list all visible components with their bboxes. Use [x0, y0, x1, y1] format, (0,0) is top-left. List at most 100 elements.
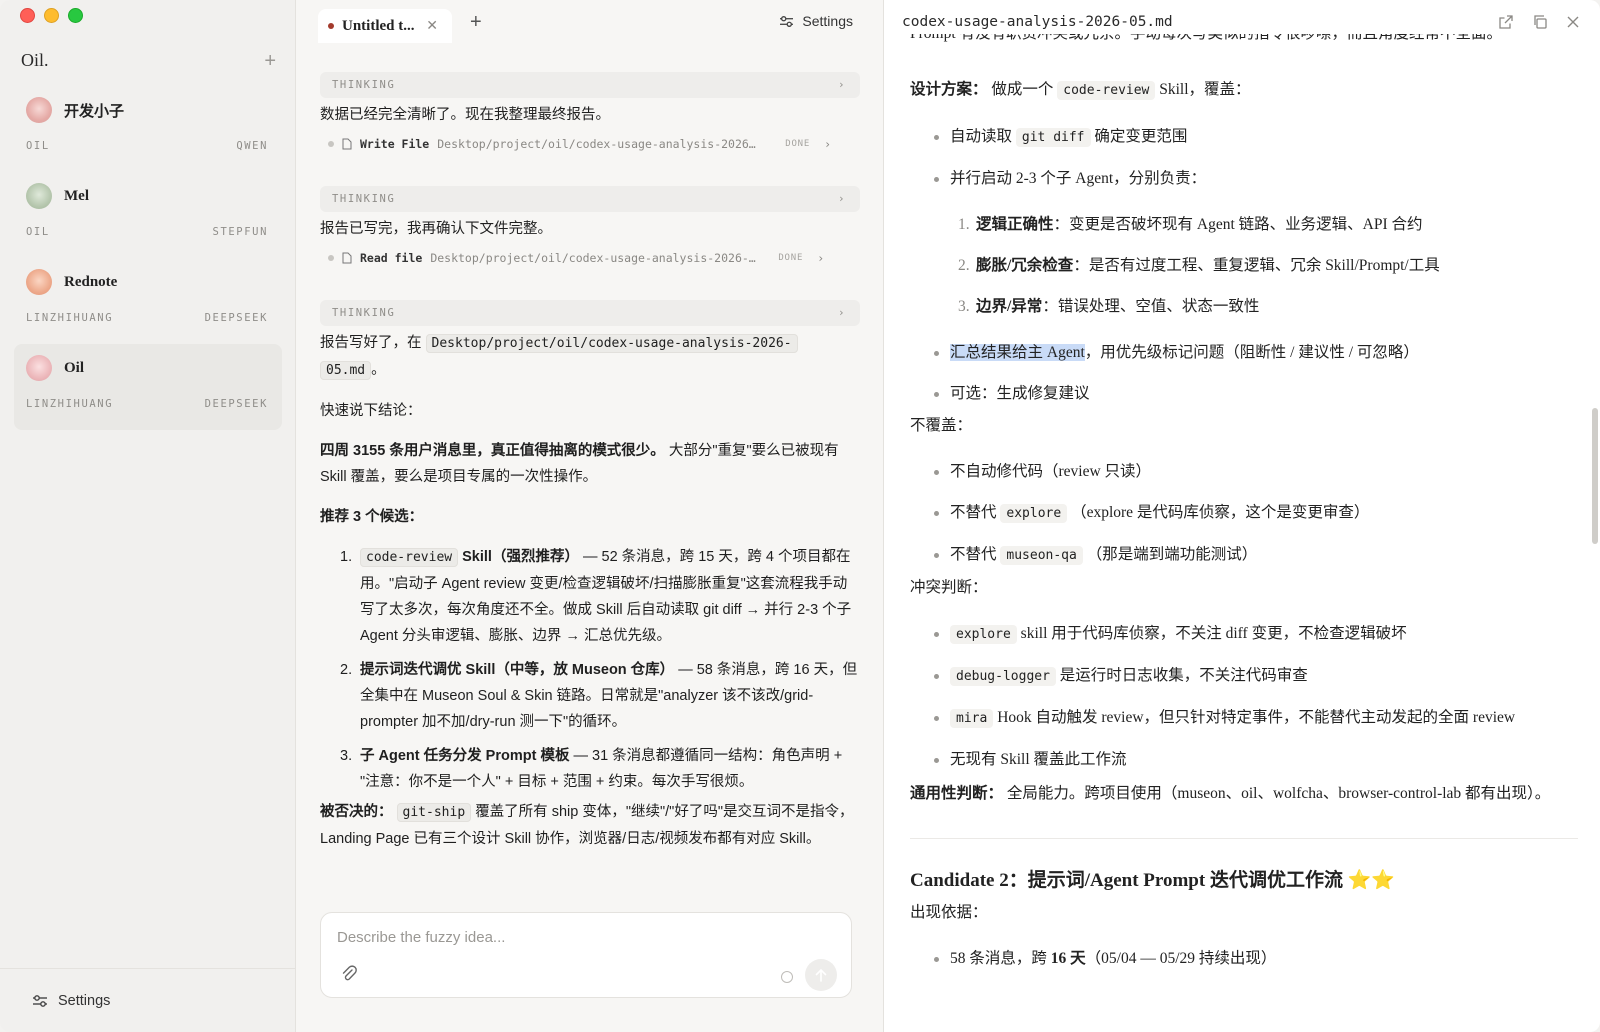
- zoom-window-button[interactable]: [68, 8, 83, 23]
- paragraph: 设计方案： 做成一个 code-review Skill，覆盖：: [910, 81, 1251, 100]
- message-composer[interactable]: Describe the fuzzy idea...: [320, 912, 852, 998]
- tool-path: Desktop/project/oil/codex-usage-analysis…: [430, 251, 756, 265]
- assistant-message: 报告写好了，在 Desktop/project/oil/codex-usage-…: [320, 330, 860, 384]
- horizontal-rule: [910, 838, 1578, 839]
- agent-item-active[interactable]: Oil LINZHIHUANG DEEPSEEK: [14, 344, 282, 430]
- agent-name: Rednote: [64, 273, 118, 290]
- chat-pane: Untitled t... ✕ + Settings THINKING › 数据…: [296, 0, 884, 1032]
- list-item: 2. 膨胀/冗余检查：是否有过度工程、重复逻辑、冗余 Skill/Prompt/工…: [958, 257, 1440, 274]
- agent-list: 开发小子 OIL QWEN Mel OIL STEPFUN Rednote LI…: [14, 86, 282, 430]
- agent-name: Mel: [64, 187, 89, 204]
- tab-untitled[interactable]: Untitled t... ✕: [318, 9, 452, 43]
- agent-model: DEEPSEEK: [204, 312, 268, 324]
- assistant-message: 推荐 3 个候选：: [320, 509, 424, 525]
- list-item: 汇总结果给主 Agent，用优先级标记问题（阻断性 / 建议性 / 可忽略）: [910, 341, 1578, 365]
- app-window: Oil. + 开发小子 OIL QWEN Mel OIL STEPFUN Red…: [0, 0, 1600, 1032]
- paragraph: 冲突判断：: [910, 579, 988, 596]
- chevron-right-icon: ›: [838, 193, 846, 205]
- tool-name: Read file: [360, 251, 423, 265]
- open-external-icon[interactable]: [1498, 14, 1514, 30]
- thinking-collapsible[interactable]: THINKING ›: [320, 186, 860, 212]
- assistant-message: 数据已经完全清晰了。现在我整理最终报告。: [320, 107, 610, 123]
- file-path-code: Desktop/project/oil/codex-usage-analysis…: [425, 334, 798, 353]
- chevron-right-icon: ›: [817, 251, 825, 265]
- tab-title: Untitled t...: [342, 17, 415, 34]
- agent-name: Oil: [64, 359, 85, 376]
- list-item: 无现有 Skill 覆盖此工作流: [910, 748, 1578, 772]
- agent-owner: LINZHIHUANG: [26, 398, 114, 410]
- agent-item[interactable]: 开发小子 OIL QWEN: [14, 86, 282, 172]
- inline-code: git diff: [1015, 128, 1091, 147]
- tool-status: DONE: [778, 253, 804, 263]
- list-item: 并行启动 2-3 个子 Agent，分别负责：: [910, 167, 1578, 191]
- chevron-right-icon: ›: [838, 307, 846, 319]
- tab-bar: Untitled t... ✕ + Settings: [296, 0, 883, 44]
- agent-item[interactable]: Mel OIL STEPFUN: [14, 172, 282, 258]
- bullet-list: 58 条消息，跨 16 天（05/04 — 05/29 持续出现）: [910, 947, 1578, 971]
- recommendation-list: 1. code-review Skill（强烈推荐） — 52 条消息，跨 15…: [320, 544, 860, 795]
- list-item: 1. 逻辑正确性：变更是否破坏现有 Agent 链路、业务逻辑、API 合约: [958, 216, 1423, 233]
- close-icon[interactable]: [1566, 15, 1580, 29]
- send-button[interactable]: [805, 959, 837, 991]
- file-icon: [342, 252, 352, 264]
- message-list: THINKING › 数据已经完全清晰了。现在我整理最终报告。 Write Fi…: [320, 66, 860, 852]
- markdown-preview: Prompt 有没有职责冲突或冗余。手动每次写类似的指令很啰嗦，而且角度经常不全…: [910, 34, 1578, 971]
- bullet-list: 自动读取 git diff 确定变更范围 并行启动 2-3 个子 Agent，分…: [910, 125, 1578, 191]
- list-item: 不替代 museon-qa （那是端到端功能测试）: [910, 543, 1578, 568]
- agent-item[interactable]: Rednote LINZHIHUANG DEEPSEEK: [14, 258, 282, 344]
- list-item: debug-logger 是运行时日志收集，不关注代码审查: [910, 664, 1578, 689]
- copy-icon[interactable]: [1532, 14, 1548, 30]
- close-window-button[interactable]: [20, 8, 35, 23]
- list-item: 可选：生成修复建议: [910, 382, 1578, 406]
- add-agent-button[interactable]: +: [264, 51, 276, 71]
- inline-code: explore: [950, 625, 1017, 644]
- context-ring-icon: [781, 971, 793, 983]
- thinking-label: THINKING: [332, 193, 396, 205]
- section-heading: Candidate 2：提示词/Agent Prompt 迭代调优工作流 ⭐⭐: [910, 870, 1396, 891]
- agent-model: DEEPSEEK: [204, 398, 268, 410]
- sliders-icon: [33, 994, 47, 1007]
- inline-code: museon-qa: [1000, 546, 1083, 565]
- unsaved-dot-icon: [328, 23, 334, 29]
- sidebar-header: Oil. +: [21, 50, 276, 71]
- composer-input[interactable]: Describe the fuzzy idea...: [337, 929, 505, 946]
- list-item: mira Hook 自动触发 review，但只针对特定事件，不能替代主动发起的…: [910, 706, 1578, 731]
- inline-code: mira: [950, 709, 994, 728]
- tab-close-icon[interactable]: ✕: [426, 18, 438, 35]
- paperclip-icon[interactable]: [341, 965, 357, 983]
- paragraph: 不覆盖：: [910, 417, 973, 434]
- document-filename: codex-usage-analysis-2026-05.md: [902, 14, 1173, 30]
- avatar: [26, 269, 52, 295]
- list-item: 2. 提示词迭代调优 Skill（中等，放 Museon 仓库） — 58 条消…: [340, 662, 858, 730]
- new-tab-button[interactable]: +: [470, 11, 482, 34]
- bullet-list: 不自动修代码（review 只读） 不替代 explore （explore 是…: [910, 460, 1578, 568]
- chevron-right-icon: ›: [838, 79, 846, 91]
- thinking-collapsible[interactable]: THINKING ›: [320, 300, 860, 326]
- list-item: 1. code-review Skill（强烈推荐） — 52 条消息，跨 15…: [340, 548, 852, 644]
- tool-call-row[interactable]: Read file Desktop/project/oil/codex-usag…: [320, 246, 860, 270]
- sidebar: Oil. + 开发小子 OIL QWEN Mel OIL STEPFUN Red…: [0, 0, 296, 1032]
- sidebar-settings-button[interactable]: Settings: [0, 968, 295, 1032]
- list-item: 3. 边界/异常：错误处理、空值、状态一致性: [958, 298, 1260, 315]
- sliders-icon: [780, 15, 794, 27]
- chat-settings-button[interactable]: Settings: [779, 13, 853, 29]
- inline-code: code-review: [1057, 81, 1156, 100]
- settings-label: Settings: [58, 992, 111, 1009]
- numbered-list: 1. 逻辑正确性：变更是否破坏现有 Agent 链路、业务逻辑、API 合约 2.…: [910, 213, 1578, 319]
- thinking-collapsible[interactable]: THINKING ›: [320, 72, 860, 98]
- avatar: [26, 355, 52, 381]
- bullet-list: explore skill 用于代码库侦察，不关注 diff 变更，不检查逻辑破…: [910, 622, 1578, 772]
- status-dot-icon: [328, 141, 334, 147]
- file-icon: [342, 138, 352, 150]
- agent-model: QWEN: [236, 140, 268, 152]
- agent-model: STEPFUN: [212, 226, 268, 238]
- assistant-message: 快速说下结论：: [320, 403, 422, 419]
- highlighted-text: 汇总结果给主 Agent: [950, 344, 1085, 361]
- paragraph: 通用性判断： 全局能力。跨项目使用（museon、oil、wolfcha、bro…: [910, 785, 1551, 802]
- agent-owner: LINZHIHUANG: [26, 312, 114, 324]
- list-item: explore skill 用于代码库侦察，不关注 diff 变更，不检查逻辑破…: [910, 622, 1578, 647]
- minimize-window-button[interactable]: [44, 8, 59, 23]
- tool-call-row[interactable]: Write File Desktop/project/oil/codex-usa…: [320, 132, 860, 156]
- scrollbar-thumb[interactable]: [1592, 408, 1598, 544]
- arrow-up-icon: [815, 968, 827, 982]
